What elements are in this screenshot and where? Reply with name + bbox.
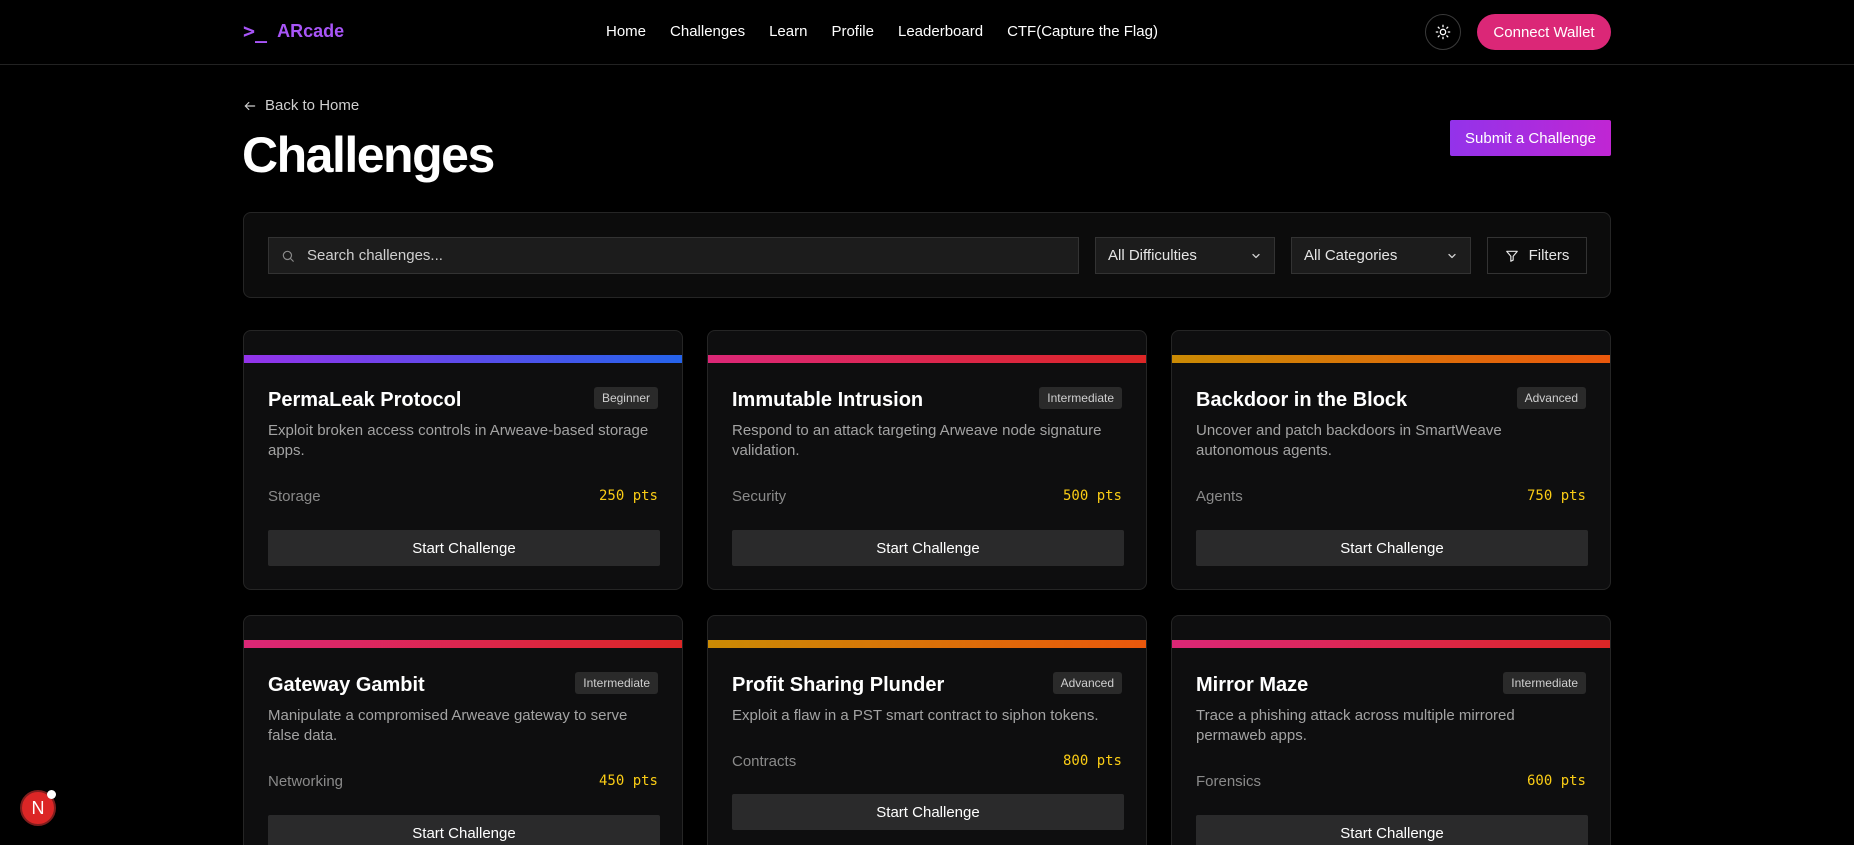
- challenge-card: Immutable Intrusion Intermediate Respond…: [707, 330, 1147, 590]
- nav-learn[interactable]: Learn: [769, 23, 807, 40]
- category-select[interactable]: All Categories: [1291, 237, 1471, 274]
- nav-leaderboard[interactable]: Leaderboard: [898, 23, 983, 40]
- connect-wallet-button[interactable]: Connect Wallet: [1477, 14, 1611, 50]
- search-icon: [282, 250, 294, 262]
- card-accent-bar: [708, 355, 1146, 363]
- difficulty-badge: Advanced: [1516, 387, 1586, 409]
- difficulty-badge: Intermediate: [575, 672, 658, 694]
- nav-ctf[interactable]: CTF(Capture the Flag): [1007, 23, 1158, 40]
- challenge-title: Mirror Maze: [1196, 674, 1309, 696]
- search-placeholder: Search challenges...: [307, 247, 443, 264]
- difficulty-badge: Intermediate: [1039, 387, 1122, 409]
- start-challenge-button[interactable]: Start Challenge: [732, 530, 1124, 566]
- challenge-description: Respond to an attack targeting Arweave n…: [732, 422, 1102, 459]
- card-accent-bar: [1172, 640, 1610, 648]
- arrow-left-icon: [244, 101, 256, 110]
- difficulty-badge: Intermediate: [1503, 672, 1586, 694]
- filter-icon: [1505, 250, 1518, 262]
- challenge-category: Forensics: [1196, 773, 1262, 790]
- search-input[interactable]: Search challenges...: [268, 237, 1079, 274]
- start-challenge-button[interactable]: Start Challenge: [732, 794, 1124, 830]
- difficulty-badge: Beginner: [593, 387, 658, 409]
- challenge-card: Backdoor in the Block Advanced Uncover a…: [1171, 330, 1611, 590]
- start-challenge-button[interactable]: Start Challenge: [1196, 530, 1588, 566]
- card-accent-bar: [244, 640, 682, 648]
- logo-text: ARcade: [277, 20, 345, 41]
- nav-profile[interactable]: Profile: [831, 23, 874, 40]
- challenge-points: 450 pts: [598, 773, 658, 789]
- challenge-description: Exploit a flaw in a PST smart contract t…: [732, 707, 1099, 724]
- sun-icon: [1435, 24, 1451, 40]
- start-challenge-button[interactable]: Start Challenge: [1196, 815, 1588, 845]
- challenge-points: 800 pts: [1062, 753, 1122, 769]
- card-accent-bar: [708, 640, 1146, 648]
- page-title: Challenges: [242, 127, 495, 183]
- terminal-icon: >_: [243, 19, 268, 43]
- challenge-category: Networking: [268, 773, 344, 790]
- challenge-card: PermaLeak Protocol Beginner Exploit brok…: [243, 330, 683, 590]
- difficulty-value: All Difficulties: [1108, 247, 1197, 264]
- challenge-title: Backdoor in the Block: [1196, 389, 1408, 411]
- filter-panel: Search challenges... All Difficulties Al…: [243, 212, 1611, 298]
- challenge-card: Profit Sharing Plunder Advanced Exploit …: [707, 615, 1147, 845]
- nav-challenges[interactable]: Challenges: [670, 23, 745, 40]
- challenge-title: Gateway Gambit: [268, 674, 425, 696]
- challenge-description: Manipulate a compromised Arweave gateway…: [268, 707, 628, 744]
- challenge-points: 500 pts: [1062, 488, 1122, 504]
- nav-home[interactable]: Home: [606, 23, 646, 40]
- card-accent-bar: [244, 355, 682, 363]
- back-to-home-link[interactable]: Back to Home: [243, 97, 359, 114]
- challenge-description: Trace a phishing attack across multiple …: [1196, 707, 1515, 744]
- challenge-category: Security: [732, 488, 787, 505]
- difficulty-badge: Advanced: [1052, 672, 1122, 694]
- chevron-down-icon: [1448, 253, 1456, 258]
- start-challenge-button[interactable]: Start Challenge: [268, 530, 660, 566]
- challenge-card: Gateway Gambit Intermediate Manipulate a…: [243, 615, 683, 845]
- challenge-title: PermaLeak Protocol: [268, 389, 462, 411]
- challenge-description: Exploit broken access controls in Arweav…: [268, 422, 649, 459]
- challenge-category: Storage: [268, 488, 321, 505]
- filters-label: Filters: [1528, 247, 1570, 264]
- challenge-points: 600 pts: [1526, 773, 1586, 789]
- logo[interactable]: >_ ARcade: [243, 20, 344, 42]
- challenge-description: Uncover and patch backdoors in SmartWeav…: [1196, 422, 1502, 459]
- challenge-category: Agents: [1196, 488, 1243, 505]
- category-value: All Categories: [1304, 247, 1398, 264]
- challenge-points: 250 pts: [598, 488, 658, 504]
- challenge-card: Mirror Maze Intermediate Trace a phishin…: [1171, 615, 1611, 845]
- challenge-title: Profit Sharing Plunder: [732, 674, 945, 696]
- notification-dot: [47, 790, 56, 799]
- submit-challenge-button[interactable]: Submit a Challenge: [1450, 120, 1611, 156]
- difficulty-select[interactable]: All Difficulties: [1095, 237, 1275, 274]
- main-nav: Home Challenges Learn Profile Leaderboar…: [606, 23, 1158, 40]
- top-nav-bar: >_ ARcade Home Challenges Learn Profile …: [0, 0, 1854, 65]
- challenge-category: Contracts: [732, 753, 797, 770]
- chevron-down-icon: [1252, 253, 1260, 258]
- challenge-points: 750 pts: [1526, 488, 1586, 504]
- back-label: Back to Home: [265, 97, 360, 114]
- start-challenge-button[interactable]: Start Challenge: [268, 815, 660, 845]
- challenge-title: Immutable Intrusion: [732, 389, 924, 411]
- card-accent-bar: [1172, 355, 1610, 363]
- filters-button[interactable]: Filters: [1487, 237, 1587, 274]
- theme-toggle-button[interactable]: [1425, 14, 1461, 50]
